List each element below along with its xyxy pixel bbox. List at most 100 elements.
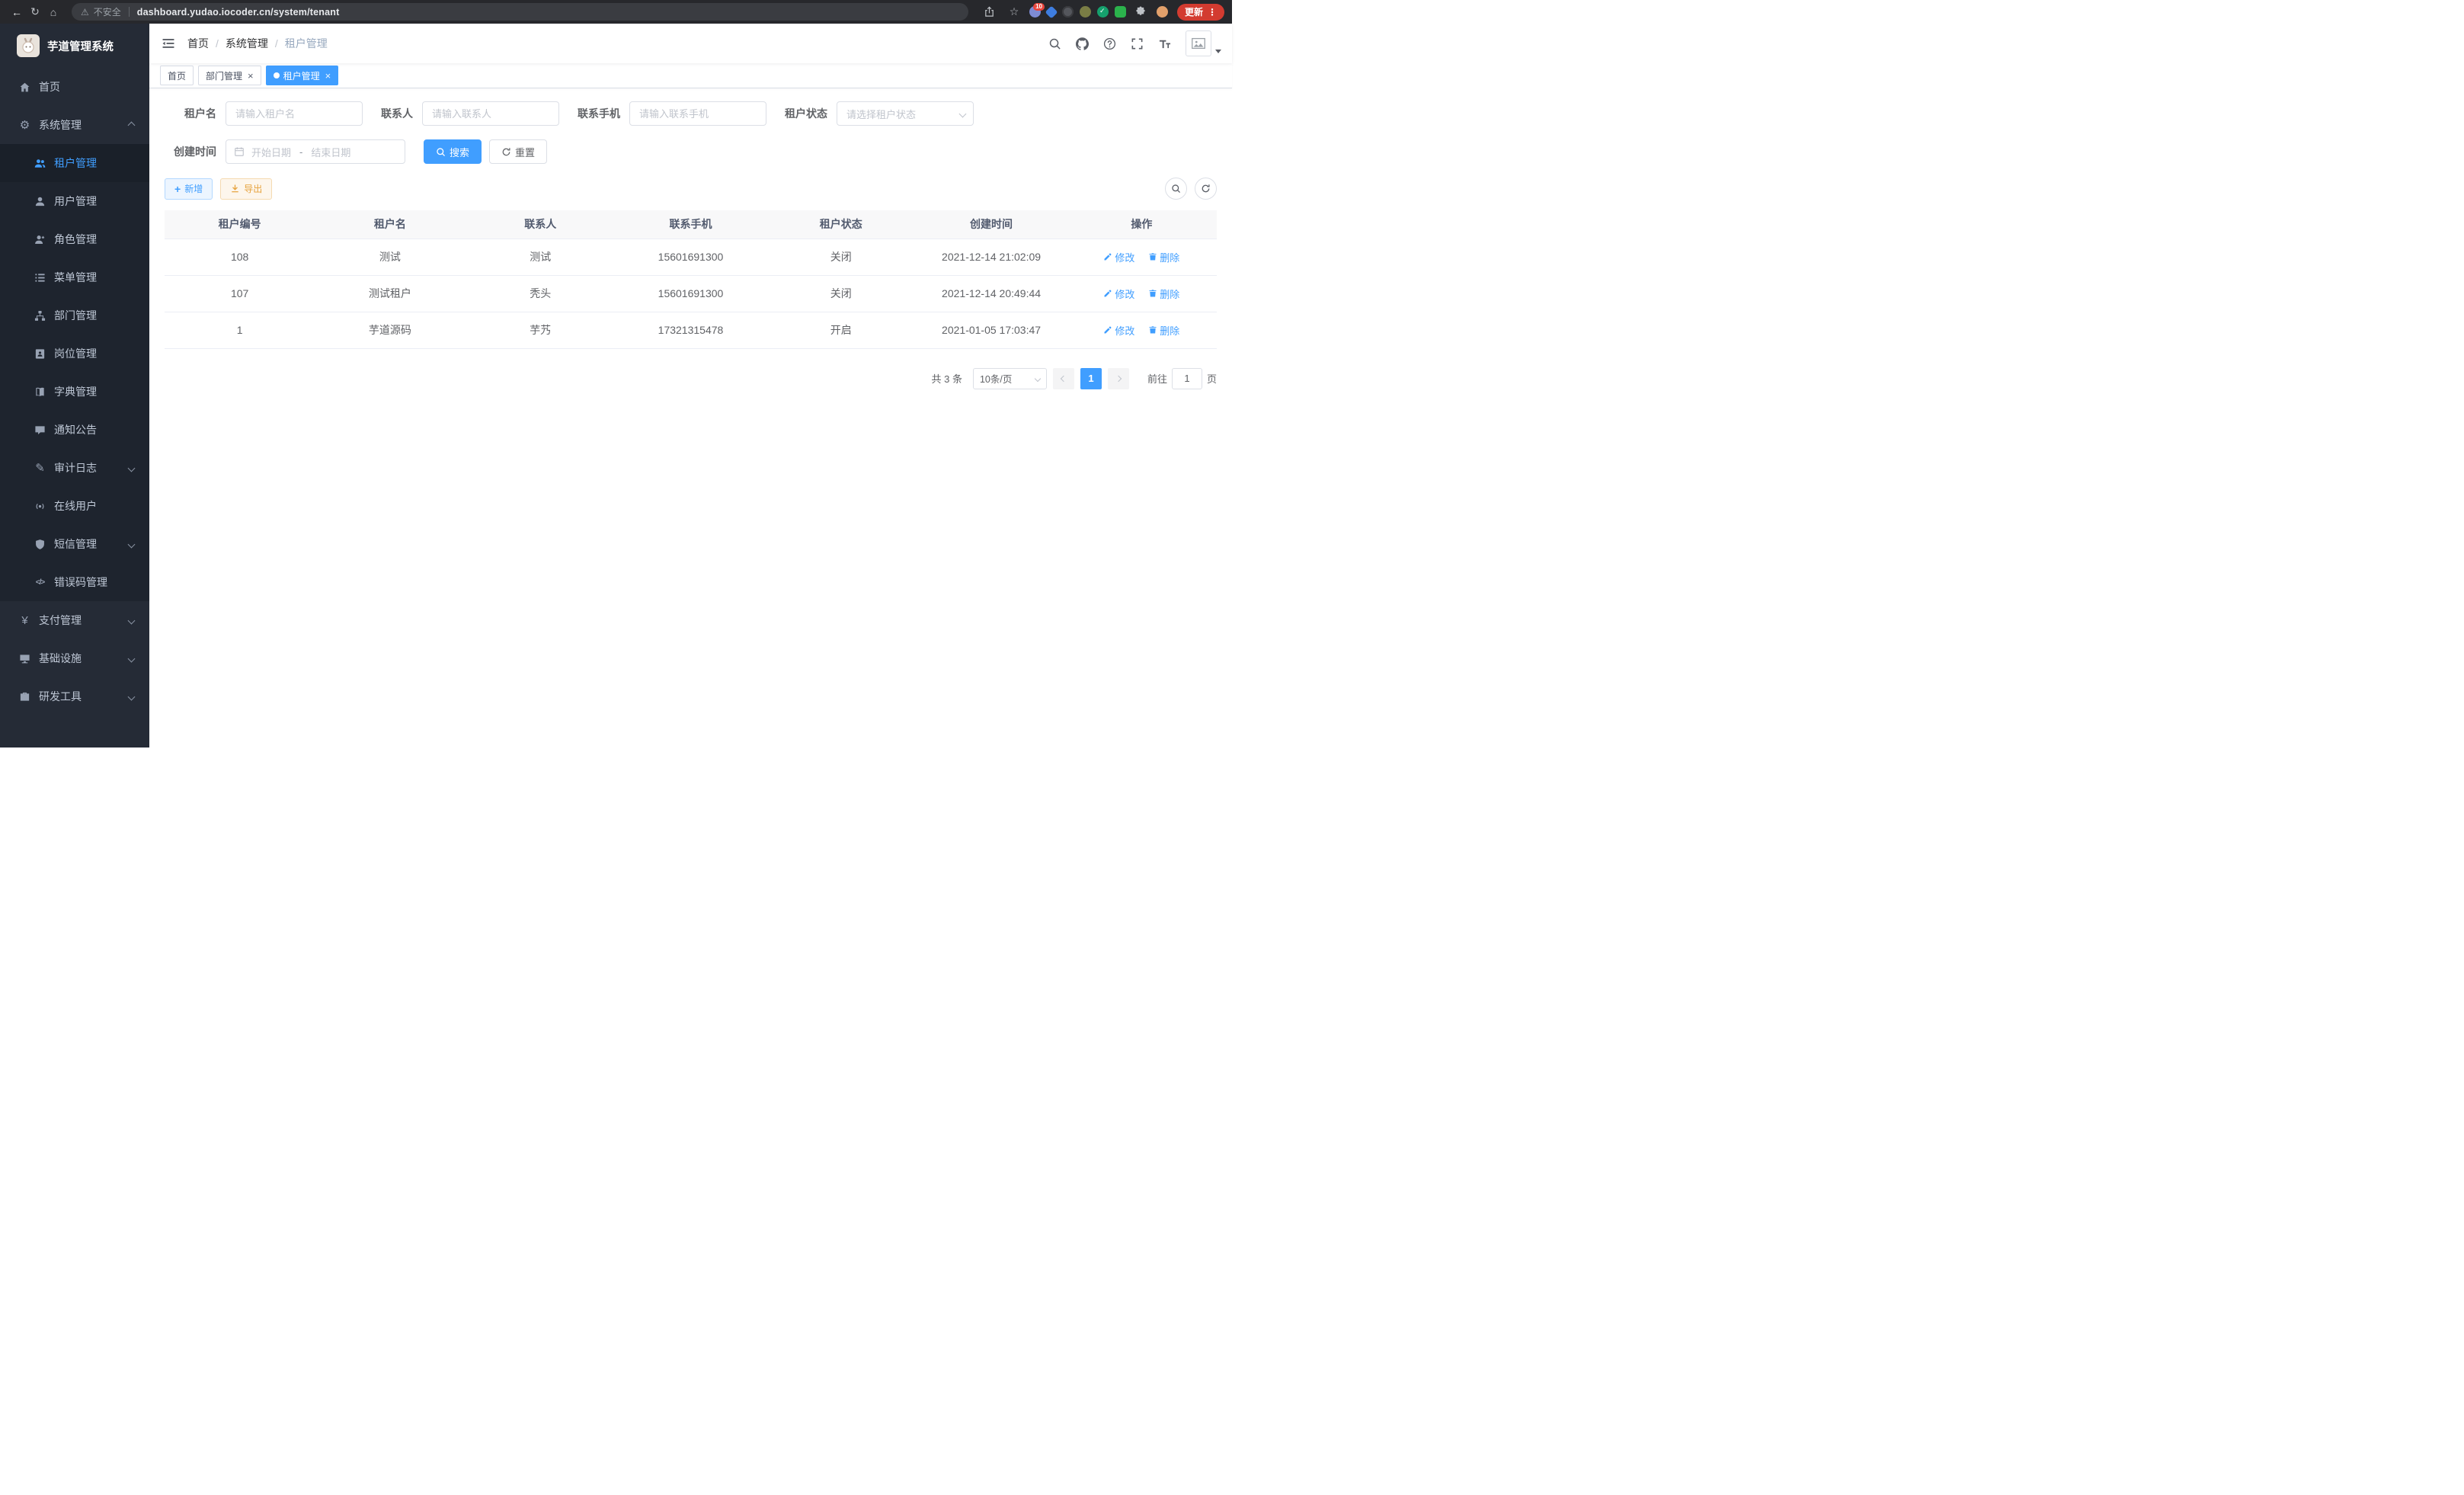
toggle-search-button[interactable] — [1165, 178, 1187, 200]
column-header: 租户状态 — [766, 210, 916, 238]
sidebar-group-system[interactable]: ⚙ 系统管理 — [0, 106, 149, 144]
breadcrumb-system[interactable]: 系统管理 — [226, 36, 268, 51]
sidebar-toggle[interactable] — [149, 24, 187, 63]
refresh-table-button[interactable] — [1195, 178, 1217, 200]
fullscreen-icon[interactable] — [1125, 31, 1149, 56]
extension-icon[interactable]: 10 — [1029, 6, 1041, 18]
extension-icon[interactable] — [1045, 5, 1058, 18]
date-range-input[interactable]: 开始日期 - 结束日期 — [226, 139, 405, 164]
github-icon[interactable] — [1070, 31, 1094, 56]
tab-dept-management[interactable]: 部门管理 × — [198, 66, 261, 85]
extension-icon[interactable] — [1097, 6, 1109, 18]
page-number-1[interactable]: 1 — [1080, 368, 1102, 389]
browser-menu-icon[interactable]: ⋮ — [1208, 7, 1217, 18]
extensions-puzzle-icon[interactable] — [1132, 3, 1150, 21]
sidebar-item-online-users[interactable]: 在线用户 — [0, 487, 149, 525]
reset-button-label: 重置 — [515, 145, 535, 159]
contact-input[interactable] — [422, 101, 559, 126]
browser-chrome: ← ↻ ⌂ ⚠ 不安全 dashboard.yudao.iocoder.cn/s… — [0, 0, 1232, 24]
prev-page-button[interactable] — [1053, 368, 1074, 389]
tab-tenant-management[interactable]: 租户管理 × — [266, 66, 339, 85]
user-avatar[interactable] — [1186, 30, 1221, 56]
sidebar-item-role-management[interactable]: 角色管理 — [0, 220, 149, 258]
browser-reload-icon[interactable]: ↻ — [26, 3, 44, 21]
sidebar-item-user-management[interactable]: 用户管理 — [0, 182, 149, 220]
delete-button[interactable]: 删除 — [1148, 250, 1179, 264]
chevron-left-icon — [1061, 375, 1067, 381]
tab-home[interactable]: 首页 — [160, 66, 194, 85]
search-button[interactable]: 搜索 — [424, 139, 482, 164]
sidebar-group-payment[interactable]: ¥ 支付管理 — [0, 601, 149, 639]
url-bar[interactable]: ⚠ 不安全 dashboard.yudao.iocoder.cn/system/… — [72, 3, 968, 21]
date-separator: - — [299, 146, 302, 158]
total-count: 共 3 条 — [932, 371, 962, 386]
sidebar-item-menu-management[interactable]: 菜单管理 — [0, 258, 149, 296]
edit-button[interactable]: 修改 — [1103, 250, 1134, 264]
font-size-icon[interactable] — [1152, 31, 1176, 56]
edit-button[interactable]: 修改 — [1103, 323, 1134, 338]
sidebar-item-dict-management[interactable]: 字典管理 — [0, 373, 149, 411]
profile-avatar-icon[interactable] — [1157, 6, 1168, 18]
chevron-up-icon — [128, 121, 136, 129]
sidebar-item-label: 用户管理 — [54, 194, 134, 209]
extension-icon[interactable] — [1115, 6, 1126, 18]
close-icon[interactable]: × — [325, 71, 331, 81]
update-label: 更新 — [1185, 5, 1203, 18]
bookmark-star-icon[interactable]: ☆ — [1005, 3, 1023, 21]
extension-icon[interactable] — [1062, 6, 1074, 18]
column-header: 创建时间 — [916, 210, 1066, 238]
breadcrumb-separator: / — [216, 37, 219, 50]
phone-input[interactable] — [629, 101, 766, 126]
cell-contact: 测试 — [466, 238, 616, 275]
sidebar-group-infrastructure[interactable]: 基础设施 — [0, 639, 149, 677]
delete-button[interactable]: 删除 — [1148, 323, 1179, 338]
browser-home-icon[interactable]: ⌂ — [44, 3, 62, 21]
status-select[interactable]: 请选择租户状态 — [837, 101, 974, 126]
help-icon[interactable] — [1097, 31, 1122, 56]
chevron-down-icon — [128, 693, 136, 700]
sidebar-item-label: 部门管理 — [54, 308, 134, 323]
add-button-label: 新增 — [184, 182, 203, 195]
add-button[interactable]: + 新增 — [165, 178, 213, 200]
form-item-contact: 联系人 — [381, 101, 559, 126]
extension-icon[interactable] — [1080, 6, 1091, 18]
omnibox-divider — [129, 7, 130, 17]
sidebar-item-dept-management[interactable]: 部门管理 — [0, 296, 149, 335]
delete-button[interactable]: 删除 — [1148, 287, 1179, 301]
breadcrumb-home[interactable]: 首页 — [187, 36, 209, 51]
app-logo-row[interactable]: 芋道管理系统 — [0, 24, 149, 68]
page-size-select[interactable]: 10条/页 — [973, 368, 1047, 389]
sidebar-item-audit-log[interactable]: ✎ 审计日志 — [0, 449, 149, 487]
export-button[interactable]: 导出 — [220, 178, 272, 200]
sidebar-item-home[interactable]: 首页 — [0, 68, 149, 106]
update-button[interactable]: 更新 ⋮ — [1177, 4, 1224, 21]
header-search-icon[interactable] — [1042, 31, 1067, 56]
sidebar-item-tenant-management[interactable]: 租户管理 — [0, 144, 149, 182]
sidebar-group-devtools[interactable]: 研发工具 — [0, 677, 149, 715]
page-content: 租户名 联系人 联系手机 租户状态 请选择租户状态 — [149, 88, 1232, 748]
sidebar-item-sms-management[interactable]: 短信管理 — [0, 525, 149, 563]
gear-icon: ⚙ — [18, 119, 31, 132]
reset-button[interactable]: 重置 — [489, 139, 547, 164]
sidebar-item-label: 租户管理 — [54, 155, 134, 171]
close-icon[interactable]: × — [248, 71, 254, 81]
cell-tenant-id: 107 — [165, 275, 315, 312]
sidebar-item-post-management[interactable]: 岗位管理 — [0, 335, 149, 373]
search-icon — [1171, 184, 1181, 194]
column-header: 租户编号 — [165, 210, 315, 238]
browser-back-icon[interactable]: ← — [8, 3, 26, 21]
pencil-icon — [1103, 289, 1112, 298]
sidebar-item-notice[interactable]: 通知公告 — [0, 411, 149, 449]
cell-phone: 15601691300 — [616, 275, 766, 312]
share-icon[interactable] — [981, 3, 999, 21]
tenant-name-input[interactable] — [226, 101, 363, 126]
edit-button[interactable]: 修改 — [1103, 287, 1134, 301]
cell-created: 2021-12-14 21:02:09 — [916, 238, 1066, 275]
download-icon — [230, 184, 240, 194]
sidebar-item-error-code-management[interactable]: </> 错误码管理 — [0, 563, 149, 601]
table-row: 108 测试 测试 15601691300 关闭 2021-12-14 21:0… — [165, 238, 1217, 275]
next-page-button[interactable] — [1108, 368, 1129, 389]
goto-page-input[interactable] — [1172, 368, 1202, 389]
app-title: 芋道管理系统 — [47, 38, 114, 54]
topbar: 首页 / 系统管理 / 租户管理 — [149, 24, 1232, 63]
